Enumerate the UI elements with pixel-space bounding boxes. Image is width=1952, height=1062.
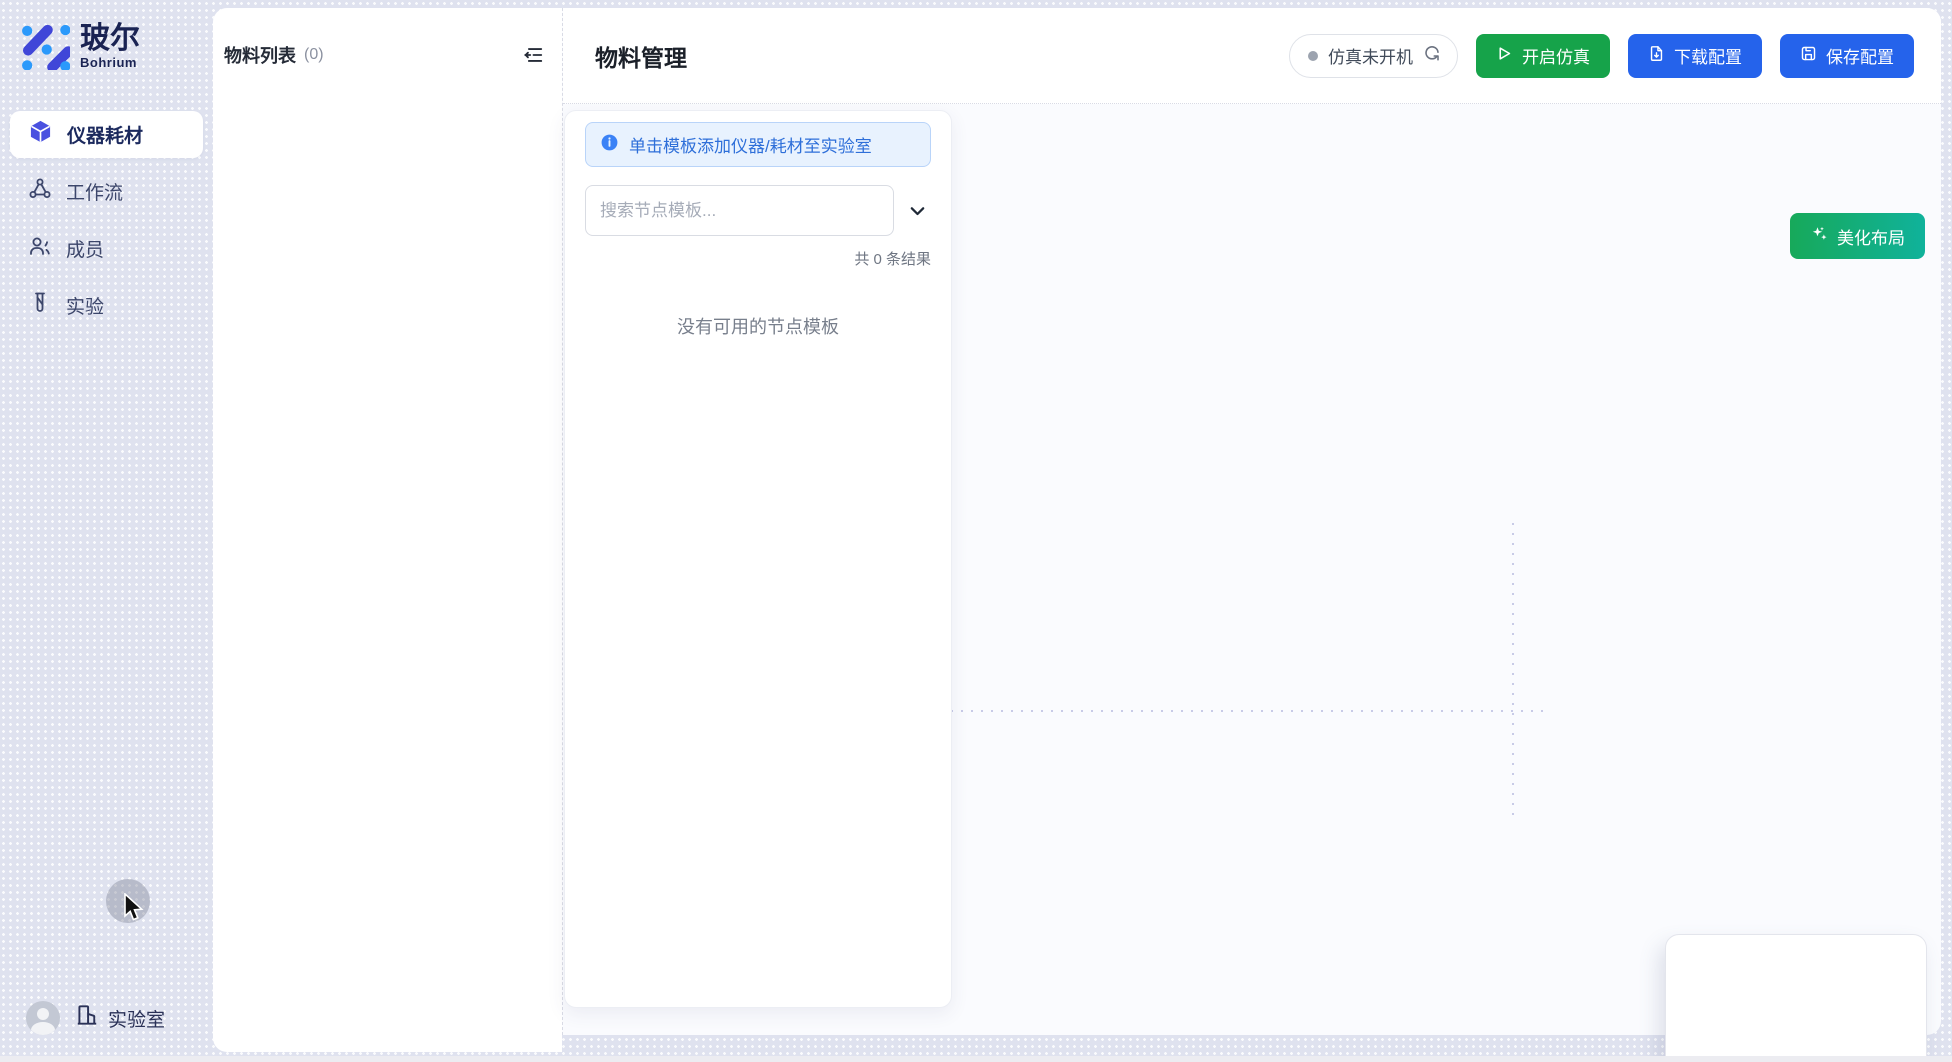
template-hint-banner: 单击模板添加仪器/耗材至实验室	[585, 122, 931, 167]
chevron-down-icon[interactable]	[903, 197, 931, 225]
material-list-count: (0)	[304, 46, 324, 64]
status-dot-icon	[1308, 51, 1318, 61]
brand-name-en: Bohrium	[80, 55, 140, 70]
building-icon	[74, 1002, 100, 1034]
beautify-layout-button[interactable]: 美化布局	[1790, 213, 1925, 259]
sidebar-item-label: 实验	[66, 292, 104, 319]
sidebar-item-workflow[interactable]: 工作流	[10, 168, 203, 215]
play-icon	[1496, 45, 1513, 67]
bottom-edge-strip	[0, 1056, 1952, 1062]
node-template-panel: 单击模板添加仪器/耗材至实验室 共 0 条结果 没有可用的节点模板	[564, 110, 952, 1008]
collapse-panel-icon[interactable]	[520, 42, 546, 68]
save-config-button[interactable]: 保存配置	[1780, 34, 1914, 78]
brand-name-zh: 玻尔	[80, 22, 140, 55]
lab-label: 实验室	[108, 1005, 165, 1032]
lab-switcher[interactable]: 实验室	[74, 1002, 165, 1034]
avatar[interactable]	[26, 1001, 60, 1035]
start-simulation-button[interactable]: 开启仿真	[1476, 34, 1610, 78]
canvas-vertical-guide	[1512, 523, 1514, 817]
page-header: 物料管理 仿真未开机 开启仿真	[563, 8, 1941, 104]
file-download-icon	[1648, 45, 1665, 67]
sidebar-item-members[interactable]: 成员	[10, 225, 203, 272]
members-icon	[28, 234, 52, 264]
sidebar-item-label: 工作流	[66, 178, 123, 205]
sidebar-item-instruments[interactable]: 仪器耗材	[10, 111, 203, 158]
brand-logo: 玻尔 Bohrium	[10, 16, 203, 75]
mouse-cursor	[122, 893, 148, 928]
simulation-status-pill[interactable]: 仿真未开机	[1289, 34, 1458, 78]
refresh-icon[interactable]	[1423, 44, 1441, 67]
save-icon	[1800, 45, 1817, 67]
sidebar-item-label: 成员	[66, 235, 104, 262]
sidebar-footer: 实验室	[0, 1001, 213, 1035]
sidebar-item-label: 仪器耗材	[67, 121, 143, 148]
material-management-card: 物料管理 仿真未开机 开启仿真	[562, 8, 1941, 1035]
sidebar-item-experiments[interactable]: 实验	[10, 282, 203, 329]
cube-icon	[28, 119, 53, 150]
workflow-icon	[28, 177, 52, 207]
template-hint-text: 单击模板添加仪器/耗材至实验室	[629, 132, 872, 157]
minimap[interactable]	[1665, 934, 1927, 1062]
sparkles-icon	[1810, 225, 1828, 248]
material-list-header: 物料列表 (0)	[224, 42, 546, 68]
bohrium-logo-icon	[16, 16, 70, 75]
simulation-status-label: 仿真未开机	[1328, 43, 1413, 68]
experiment-icon	[28, 291, 52, 321]
download-config-button[interactable]: 下载配置	[1628, 34, 1762, 78]
info-icon	[600, 133, 619, 157]
material-list-title: 物料列表	[224, 42, 296, 68]
flow-canvas[interactable]: 单击模板添加仪器/耗材至实验室 共 0 条结果 没有可用的节点模板	[563, 104, 1941, 1034]
material-list-panel: 物料列表 (0)	[213, 8, 562, 1052]
search-input[interactable]	[585, 185, 894, 236]
page-title: 物料管理	[595, 39, 687, 73]
result-count: 共 0 条结果	[585, 248, 931, 269]
empty-templates-text: 没有可用的节点模板	[585, 313, 931, 339]
canvas-horizontal-guide	[951, 710, 1551, 712]
